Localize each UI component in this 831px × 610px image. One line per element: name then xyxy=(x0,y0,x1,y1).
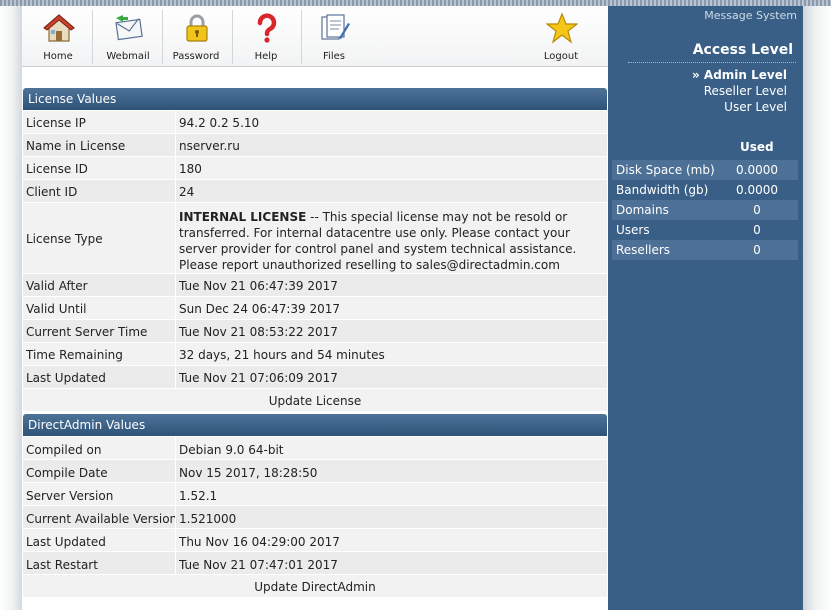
table-row: Compiled on Debian 9.0 64-bit xyxy=(23,437,607,460)
usage-value: 0 xyxy=(753,203,761,217)
usage-name: Domains xyxy=(616,203,669,217)
padlock-icon xyxy=(186,14,208,42)
table-row: Client ID 24 xyxy=(23,180,607,203)
sidebar: Message System Access Level » Admin Leve… xyxy=(608,6,803,610)
usage-value: 0.0000 xyxy=(736,183,778,197)
usage-row: Domains 0 xyxy=(612,200,798,220)
update-directadmin-row: Update DirectAdmin xyxy=(23,575,607,597)
table-row: Time Remaining 32 days, 21 hours and 54 … xyxy=(23,343,607,366)
message-system-link[interactable]: Message System xyxy=(704,9,797,22)
row-value: 32 days, 21 hours and 54 minutes xyxy=(179,348,385,362)
table-row: License ID 180 xyxy=(23,157,607,180)
row-key: Last Updated xyxy=(26,535,106,549)
row-key: Valid Until xyxy=(26,302,87,316)
help-button[interactable]: Help xyxy=(231,6,301,67)
logout-button[interactable]: Logout xyxy=(526,6,596,67)
star-icon xyxy=(546,12,578,44)
table-row: Valid After Tue Nov 21 06:47:39 2017 xyxy=(23,274,607,297)
update-license-link[interactable]: Update License xyxy=(269,394,362,408)
usage-name: Users xyxy=(616,223,650,237)
row-key: Server Version xyxy=(26,489,114,503)
row-value: Tue Nov 21 07:47:01 2017 xyxy=(179,558,338,572)
row-key: Client ID xyxy=(26,185,78,199)
password-button[interactable]: Password xyxy=(161,6,231,67)
row-value: 1.52.1 xyxy=(179,489,218,503)
home-icon xyxy=(43,14,75,42)
password-label: Password xyxy=(172,51,220,62)
files-label: Files xyxy=(323,51,345,62)
row-key: Time Remaining xyxy=(26,348,123,362)
toolbar: Home Webmail Password Help Files Logout xyxy=(22,6,608,67)
row-key: Last Updated xyxy=(26,371,106,385)
right-margin xyxy=(803,6,831,610)
user-level-link[interactable]: User Level xyxy=(724,100,787,114)
admin-level-link[interactable]: » Admin Level xyxy=(692,68,787,82)
home-label: Home xyxy=(43,51,73,62)
row-value: 94.2 0.2 5.10 xyxy=(179,116,260,130)
table-row: Last Restart Tue Nov 21 07:47:01 2017 xyxy=(23,552,607,575)
row-value: Nov 15 2017, 18:28:50 xyxy=(179,466,318,480)
help-icon xyxy=(257,13,277,43)
directadmin-values-header: DirectAdmin Values xyxy=(23,414,607,436)
table-row: Valid Until Sun Dec 24 06:47:39 2017 xyxy=(23,297,607,320)
usage-row: Disk Space (mb) 0.0000 xyxy=(612,160,798,180)
logout-label: Logout xyxy=(543,51,579,62)
usage-value: 0 xyxy=(753,243,761,257)
row-value: Sun Dec 24 06:47:39 2017 xyxy=(179,302,341,316)
usage-name: Resellers xyxy=(616,243,671,257)
row-key: License ID xyxy=(26,162,88,176)
table-row: Current Available Version 1.521000 xyxy=(23,506,607,529)
license-type-description: INTERNAL LICENSE -- This special license… xyxy=(179,209,603,273)
webmail-icon xyxy=(115,15,143,41)
table-row: Name in License nserver.ru xyxy=(23,134,607,157)
usage-name: Disk Space (mb) xyxy=(616,163,715,177)
help-label: Help xyxy=(254,51,278,62)
reseller-level-link[interactable]: Reseller Level xyxy=(704,84,787,98)
usage-name: Bandwidth (gb) xyxy=(616,183,709,197)
table-row: Last Updated Tue Nov 21 07:06:09 2017 xyxy=(23,366,607,389)
row-value: 24 xyxy=(179,185,195,199)
table-row: License Type INTERNAL LICENSE -- This sp… xyxy=(23,203,607,274)
files-button[interactable]: Files xyxy=(299,6,369,67)
row-key: License Type xyxy=(26,232,103,246)
row-value: Tue Nov 21 06:47:39 2017 xyxy=(179,279,338,293)
license-values-header: License Values xyxy=(23,88,607,110)
table-row: Compile Date Nov 15 2017, 18:28:50 xyxy=(23,460,607,483)
divider xyxy=(628,62,796,63)
row-key: Compile Date xyxy=(26,466,108,480)
access-level-title: Access Level xyxy=(692,42,793,58)
left-margin xyxy=(0,6,22,610)
usage-value: 0 xyxy=(753,223,761,237)
files-icon xyxy=(321,14,350,40)
row-value: Tue Nov 21 08:53:22 2017 xyxy=(179,325,338,339)
table-row: License IP 94.2 0.2 5.10 xyxy=(23,111,607,134)
license-type-name: INTERNAL LICENSE xyxy=(179,210,307,224)
row-value: 180 xyxy=(179,162,202,176)
row-value: Debian 9.0 64-bit xyxy=(179,443,284,457)
row-key: Compiled on xyxy=(26,443,102,457)
row-key: Valid After xyxy=(26,279,88,293)
usage-row: Resellers 0 xyxy=(612,240,798,260)
usage-row: Users 0 xyxy=(612,220,798,240)
update-license-row: Update License xyxy=(23,389,607,411)
usage-value: 0.0000 xyxy=(736,163,778,177)
webmail-label: Webmail xyxy=(106,51,150,62)
row-value: 1.521000 xyxy=(179,512,237,526)
row-value: nserver.ru xyxy=(179,139,240,153)
row-key: Current Server Time xyxy=(26,325,148,339)
webmail-button[interactable]: Webmail xyxy=(93,6,163,67)
row-value: Thu Nov 16 04:29:00 2017 xyxy=(179,535,340,549)
table-row: Server Version 1.52.1 xyxy=(23,483,607,506)
row-key: Current Available Version xyxy=(26,512,178,526)
used-header: Used xyxy=(740,140,774,154)
update-directadmin-link[interactable]: Update DirectAdmin xyxy=(254,580,375,594)
usage-row: Bandwidth (gb) 0.0000 xyxy=(612,180,798,200)
home-button[interactable]: Home xyxy=(23,6,93,67)
row-key: Last Restart xyxy=(26,558,98,572)
row-key: License IP xyxy=(26,116,86,130)
row-key: Name in License xyxy=(26,139,126,153)
table-row: Last Updated Thu Nov 16 04:29:00 2017 xyxy=(23,529,607,552)
table-row: Current Server Time Tue Nov 21 08:53:22 … xyxy=(23,320,607,343)
row-value: Tue Nov 21 07:06:09 2017 xyxy=(179,371,338,385)
